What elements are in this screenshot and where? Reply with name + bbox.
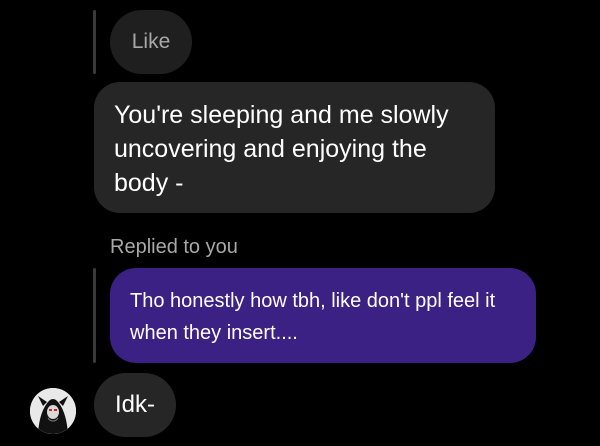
reply-indicator-bar	[93, 268, 96, 363]
reply-indicator-bar	[93, 10, 96, 74]
user-avatar-icon[interactable]	[30, 388, 76, 434]
quoted-message-bubble[interactable]: Tho honestly how tbh, like don't ppl fee…	[110, 268, 536, 363]
quoted-message-text: Tho honestly how tbh, like don't ppl fee…	[130, 290, 496, 344]
incoming-message-bubble[interactable]: You're sleeping and me slowly uncovering…	[94, 82, 495, 213]
incoming-message-text: You're sleeping and me slowly uncovering…	[114, 101, 449, 197]
like-message-bubble[interactable]: Like	[110, 10, 192, 74]
latest-message-bubble[interactable]: Idk-	[94, 373, 176, 437]
like-message-text: Like	[131, 30, 171, 53]
avatar-drawing	[30, 388, 76, 434]
replied-to-label: Replied to you	[110, 236, 238, 258]
latest-message-text: Idk-	[114, 391, 155, 418]
